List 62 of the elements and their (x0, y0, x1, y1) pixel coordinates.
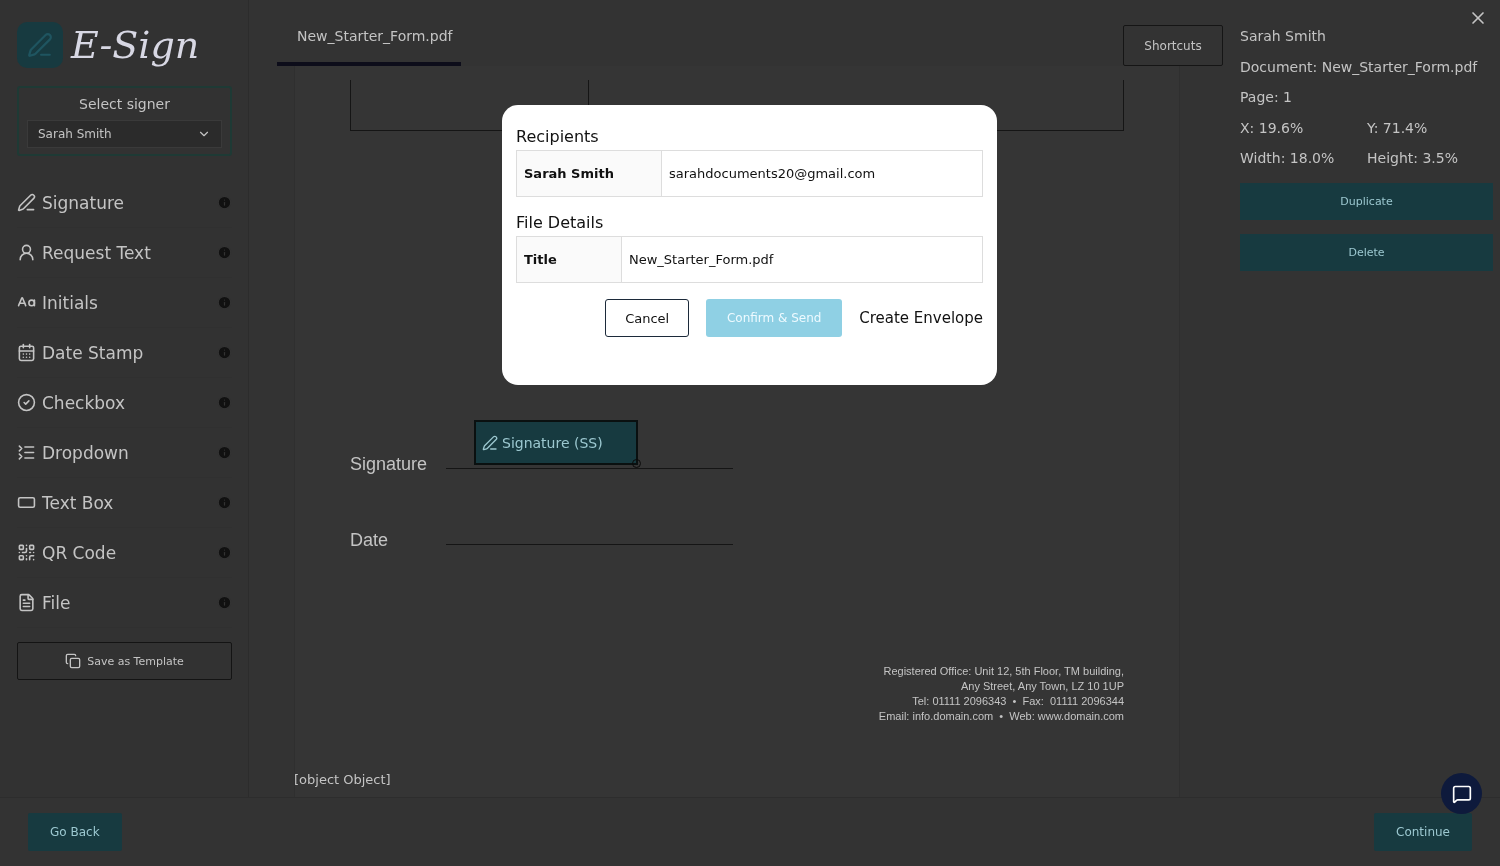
continue-button[interactable]: Continue (1374, 813, 1472, 851)
info-icon[interactable] (217, 545, 232, 560)
info-icon[interactable] (217, 295, 232, 310)
field-label: Date (350, 530, 390, 551)
document-text: [object Object] (294, 772, 392, 787)
page-number: Page: 1 (1240, 89, 1293, 107)
x-position: X: 19.6% (1240, 119, 1305, 138)
tool-item[interactable]: Initials (17, 278, 232, 328)
signer-dropdown[interactable]: Sarah Smith (27, 120, 222, 148)
copy-icon (65, 653, 82, 669)
chat-icon (1451, 783, 1472, 804)
tool-item[interactable]: File (17, 578, 232, 628)
footer-text: Tel: 01111 2096343 • Fax: 01111 2096344 (912, 695, 1124, 707)
check-circle-icon (17, 393, 36, 412)
field-height: Height: 3.5% (1367, 150, 1459, 168)
chat-button[interactable] (1441, 773, 1482, 814)
signer-label: Select signer (79, 96, 170, 112)
field-action-button[interactable]: Delete (1240, 233, 1493, 271)
file-icon (17, 593, 36, 612)
signature-field[interactable]: Signature (SS) (474, 420, 638, 465)
info-icon[interactable] (217, 245, 232, 260)
y-position: Y: 71.4% (1367, 119, 1429, 138)
pen-icon (482, 434, 498, 451)
info-icon[interactable] (217, 195, 232, 210)
footer-text: Any Street, Any Town, LZ 10 1UP (960, 680, 1124, 692)
go-back-button[interactable]: Go Back (28, 813, 122, 851)
logo-icon (17, 22, 63, 68)
qr-code-icon (17, 543, 36, 562)
signer-name: Sarah Smith (1240, 28, 1327, 46)
info-icon[interactable] (217, 395, 232, 410)
info-icon[interactable] (217, 445, 232, 460)
person-icon (17, 243, 36, 262)
info-icon[interactable] (217, 345, 232, 360)
document-name: Document: New_Starter_Form.pdf (1240, 58, 1479, 77)
tool-item[interactable]: Request Text (17, 228, 232, 278)
tool-item[interactable]: QR Code (17, 528, 232, 578)
save-template-button[interactable]: Save as Template (17, 642, 232, 680)
field-action-button[interactable]: Duplicate (1240, 182, 1493, 220)
info-icon[interactable] (217, 595, 232, 610)
tool-item[interactable]: Dropdown (17, 428, 232, 478)
logo-text: E-Sign (71, 23, 200, 67)
shortcuts-button[interactable]: Shortcuts (1123, 25, 1223, 66)
section-heading: Recipients (516, 127, 600, 146)
table-cell: Sarah Smith (517, 151, 662, 196)
footer-text: Registered Office: Unit 12, 5th Floor, TM building, (883, 665, 1124, 677)
tool-item[interactable]: Checkbox (17, 378, 232, 428)
footer-text: Email: info.domain.com • Web: www.domain.com (878, 710, 1124, 722)
section-heading: File Details (516, 213, 605, 232)
tool-item[interactable]: Signature (17, 178, 232, 228)
table-cell-text: sarahdocuments20@gmail.com (668, 165, 877, 183)
table-cell: Title (517, 237, 622, 282)
field-width: Width: 18.0% (1240, 150, 1336, 168)
field-label: Signature (350, 454, 429, 475)
calendar-icon (17, 343, 36, 362)
info-icon[interactable] (217, 495, 232, 510)
dialog-title: Create Envelope (859, 309, 983, 327)
pen-icon (17, 193, 36, 212)
list-icon (17, 443, 36, 462)
tool-item[interactable]: Text Box (17, 478, 232, 528)
cancel-button[interactable]: Cancel (605, 299, 690, 337)
table-cell-text: New_Starter_Form.pdf (628, 251, 775, 269)
tool-item[interactable]: Date Stamp (17, 328, 232, 378)
